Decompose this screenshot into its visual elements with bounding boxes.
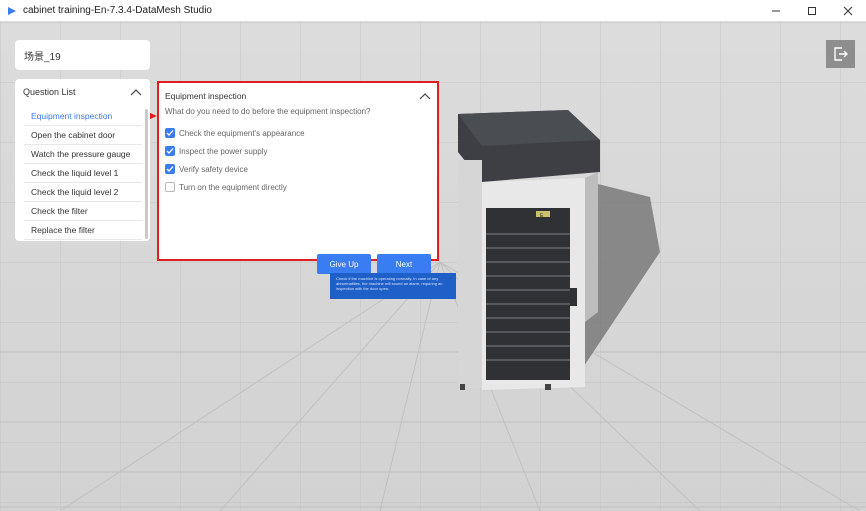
close-icon [843, 6, 853, 16]
question-item-liquid-level-1[interactable]: Check the liquid level 1 [24, 164, 142, 183]
question-item-watch-pressure-gauge[interactable]: Watch the pressure gauge [24, 145, 142, 164]
question-list-header[interactable]: Question List [15, 79, 150, 105]
option-check-appearance[interactable]: Check the equipment's appearance [165, 127, 305, 139]
option-inspect-power[interactable]: Inspect the power supply [165, 145, 268, 157]
maximize-icon [808, 7, 816, 15]
checkbox-checked-icon[interactable] [165, 146, 175, 156]
scene-name: 场景_19 [24, 51, 61, 63]
option-turn-on-directly[interactable]: Turn on the equipment directly [165, 181, 287, 193]
window-title: cabinet training-En-7.3.4-DataMesh Studi… [23, 5, 212, 16]
question-item-liquid-level-2[interactable]: Check the liquid level 2 [24, 183, 142, 202]
panel-question: What do you need to do before the equipm… [165, 107, 371, 116]
title-bar: cabinet training-En-7.3.4-DataMesh Studi… [0, 0, 866, 22]
close-button[interactable] [830, 0, 866, 22]
question-list-title: Question List [23, 87, 76, 97]
panel-title: Equipment inspection [165, 91, 247, 101]
question-item-equipment-inspection[interactable]: Equipment inspection [24, 107, 142, 126]
option-label: Verify safety device [179, 164, 248, 174]
next-button[interactable]: Next [377, 254, 431, 274]
question-item-check-filter[interactable]: Check the filter [24, 202, 142, 221]
cabinet-model[interactable]: E [458, 110, 600, 390]
minimize-icon [772, 10, 780, 12]
question-list-panel: Question List Equipment inspection Open … [15, 79, 150, 241]
option-label: Inspect the power supply [179, 146, 268, 156]
checkbox-checked-icon[interactable] [165, 164, 175, 174]
option-label: Turn on the equipment directly [179, 182, 287, 192]
question-panel: Equipment inspection What do you need to… [157, 81, 439, 274]
minimize-button[interactable] [758, 0, 794, 22]
scene-viewport[interactable]: E 场景_19 Question List Equipment inspecti… [0, 22, 866, 511]
question-list-scrollbar[interactable] [145, 109, 148, 239]
give-up-button[interactable]: Give Up [317, 254, 371, 274]
exit-icon [833, 47, 848, 61]
app-logo-icon [8, 6, 16, 15]
option-verify-safety[interactable]: Verify safety device [165, 163, 248, 175]
chevron-up-icon[interactable] [419, 92, 431, 100]
question-item-open-cabinet-door[interactable]: Open the cabinet door [24, 126, 142, 145]
door-handle[interactable] [570, 288, 577, 306]
option-label: Check the equipment's appearance [179, 128, 305, 138]
checkbox-checked-icon[interactable] [165, 128, 175, 138]
checkbox-unchecked-icon[interactable] [165, 182, 175, 192]
maximize-button[interactable] [794, 0, 830, 22]
exit-button[interactable] [826, 40, 855, 68]
scene-name-box: 场景_19 [15, 40, 150, 70]
chevron-up-icon[interactable] [130, 88, 142, 96]
question-item-replace-filter[interactable]: Replace the filter [24, 221, 142, 240]
info-tooltip: Check if the machine is operating normal… [330, 273, 456, 299]
